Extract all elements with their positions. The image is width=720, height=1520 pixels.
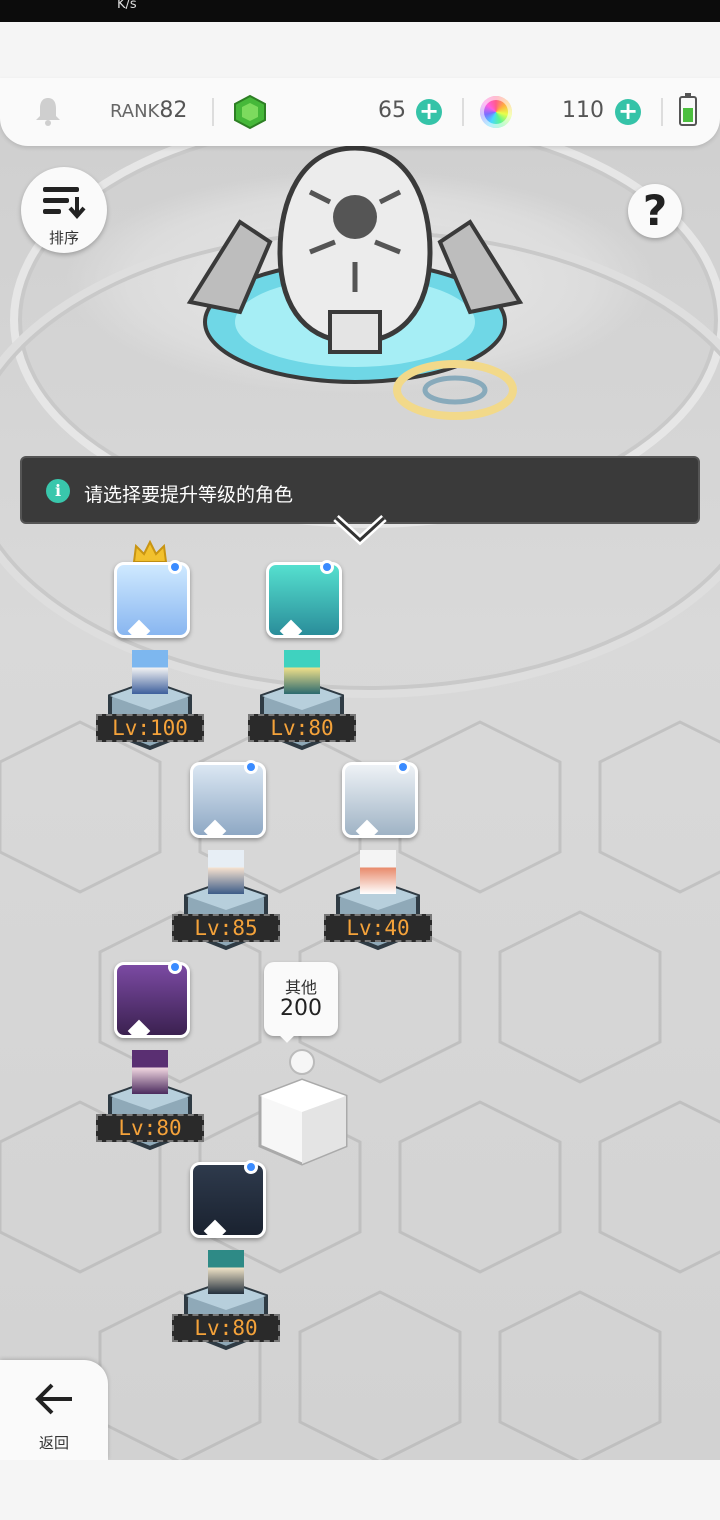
character-portrait[interactable] [114,562,190,638]
top-margin [0,22,720,82]
help-button[interactable]: ? [628,184,682,238]
network-speed: K/s [117,0,137,12]
level-up-machine [186,145,524,420]
level-label: Lv:40 [324,914,432,942]
add-orb-button[interactable]: + [615,99,641,125]
character-portrait[interactable] [266,562,342,638]
character-sprite [360,850,396,894]
character-sprite [284,650,320,694]
others-bubble[interactable]: 其他 200 [264,962,338,1036]
level-label: Lv:80 [96,1114,204,1142]
character-unit[interactable]: Lv:85 [172,760,296,982]
character-sprite [208,850,244,894]
character-unit[interactable]: Lv:80 [172,1160,296,1382]
character-portrait[interactable] [190,1162,266,1238]
bell-icon[interactable] [34,96,62,126]
character-unit[interactable]: Lv:80 [96,960,220,1182]
back-label: 返回 [38,1434,69,1452]
level-label: Lv:100 [96,714,204,742]
battery-icon [679,93,697,126]
status-dot [320,560,334,574]
green-gem-icon [234,94,266,130]
rainbow-orb-icon [480,96,512,128]
back-button[interactable]: 返回 [0,1360,108,1460]
level-label: Lv:85 [172,914,280,942]
orb-count: 110 [562,98,604,123]
sort-button[interactable]: 排序 [21,167,107,253]
character-unit[interactable]: Lv:100 [96,560,220,782]
rank-value: 82 [159,98,188,123]
white-cube-icon[interactable] [254,1046,354,1168]
banner-text: 请选择要提升等级的角色 [84,484,294,506]
status-bar: K/s [0,0,720,22]
character-unit[interactable]: Lv:40 [324,760,448,982]
divider [212,98,214,126]
character-portrait[interactable] [114,962,190,1038]
level-label: Lv:80 [172,1314,280,1342]
character-portrait[interactable] [342,762,418,838]
others-count: 200 [280,996,322,1021]
bottom-margin [0,1460,720,1520]
chevron-down-icon [333,515,387,546]
character-portrait[interactable] [190,762,266,838]
resource-bar: RANK82 65 + 110 + [0,78,720,146]
status-dot [244,760,258,774]
divider [661,98,663,126]
arrow-left-icon [35,1383,72,1415]
add-gem-button[interactable]: + [416,99,442,125]
rank-label: RANK [110,101,160,122]
character-sprite [208,1250,244,1294]
sort-icon [43,187,86,220]
crown-icon [132,540,168,563]
status-dot [168,560,182,574]
others-label: 其他 [284,978,317,997]
sort-label: 排序 [48,229,79,247]
character-sprite [132,1050,168,1094]
info-icon: i [46,479,70,503]
character-unit[interactable]: Lv:80 [248,560,372,782]
gem-count: 65 [378,98,406,123]
status-dot [396,760,410,774]
character-sprite [132,650,168,694]
level-label: Lv:80 [248,714,356,742]
rank-display: RANK82 [110,98,187,123]
divider [462,98,464,126]
status-dot [168,960,182,974]
